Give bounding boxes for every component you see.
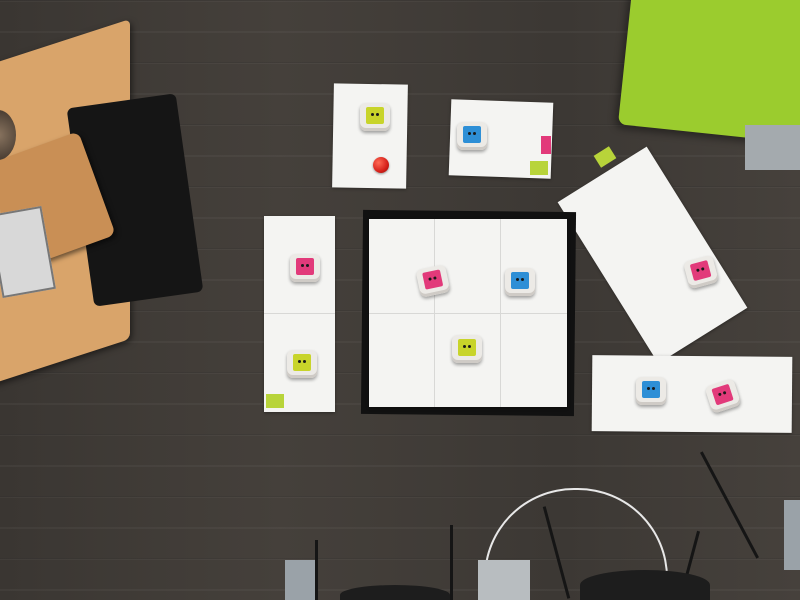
green-sticky-note bbox=[593, 146, 617, 168]
robot-icon bbox=[457, 122, 487, 150]
green-cube bbox=[617, 0, 800, 146]
stool-seat bbox=[340, 585, 450, 600]
ball-icon bbox=[373, 157, 389, 173]
robot-icon bbox=[360, 103, 390, 131]
paper-sheet bbox=[332, 83, 408, 189]
robot-icon bbox=[505, 268, 535, 296]
green-sticky-note bbox=[530, 161, 548, 175]
scene-photo bbox=[0, 0, 800, 600]
robot-icon bbox=[287, 350, 317, 378]
stool-seat bbox=[784, 500, 800, 570]
green-sticky-note bbox=[266, 394, 284, 408]
paper-sheet bbox=[264, 216, 335, 412]
paper-sheet bbox=[557, 146, 748, 364]
stool-leg bbox=[450, 525, 453, 600]
paper-sheet bbox=[591, 355, 793, 433]
pink-sticky-note bbox=[541, 136, 551, 154]
stool-seat bbox=[478, 560, 530, 600]
cube-base bbox=[745, 125, 800, 170]
robot-icon bbox=[290, 254, 320, 282]
stool-leg bbox=[700, 451, 759, 559]
mat-grid-line bbox=[369, 313, 567, 314]
stool-leg bbox=[315, 540, 318, 600]
stool-seat bbox=[285, 560, 315, 600]
robot-icon bbox=[636, 377, 666, 405]
stool-seat bbox=[580, 570, 710, 600]
paper-fold bbox=[264, 313, 335, 314]
robot-icon bbox=[452, 335, 482, 363]
